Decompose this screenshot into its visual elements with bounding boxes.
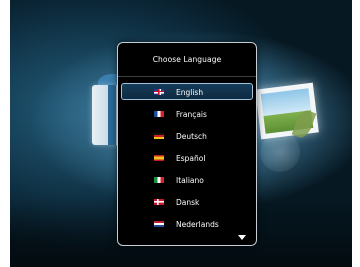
language-label: Français xyxy=(176,109,207,119)
language-option-dansk[interactable]: Dansk xyxy=(118,191,256,213)
glow-decoration xyxy=(260,132,300,172)
dialog-title: Choose Language xyxy=(152,54,222,64)
italy-flag-icon xyxy=(154,177,164,183)
language-option-english[interactable]: English xyxy=(118,81,256,103)
language-option-nederlands[interactable]: Nederlands xyxy=(118,213,256,235)
language-list: English Français Deutsch Español Italian… xyxy=(118,81,256,235)
uk-flag-icon xyxy=(154,89,164,95)
language-label: Deutsch xyxy=(176,131,207,141)
dialog-divider xyxy=(118,76,256,77)
denmark-flag-icon xyxy=(154,199,164,205)
france-flag-icon xyxy=(154,111,164,117)
choose-language-dialog: Choose Language English Français Deutsch… xyxy=(117,42,257,246)
language-option-italiano[interactable]: Italiano xyxy=(118,169,256,191)
language-option-francais[interactable]: Français xyxy=(118,103,256,125)
language-label: Dansk xyxy=(176,197,200,207)
language-label: English xyxy=(176,87,204,97)
scroll-down-arrow-icon[interactable] xyxy=(238,235,246,240)
language-option-espanol[interactable]: Español xyxy=(118,147,256,169)
language-option-deutsch[interactable]: Deutsch xyxy=(118,125,256,147)
netherlands-flag-icon xyxy=(154,221,164,227)
language-label: Nederlands xyxy=(176,219,219,229)
germany-flag-icon xyxy=(154,133,164,139)
spain-flag-icon xyxy=(154,155,164,161)
language-label: Italiano xyxy=(176,175,204,185)
language-label: Español xyxy=(176,153,206,163)
